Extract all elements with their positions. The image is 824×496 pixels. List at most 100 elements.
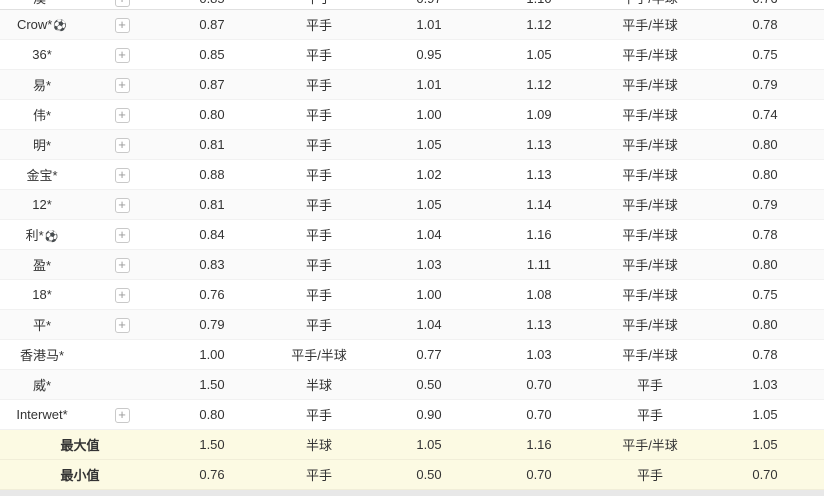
handicap-cell: 平手 — [264, 400, 374, 430]
odds-value: 1.05 — [752, 407, 777, 422]
odds-value: 1.11 — [527, 257, 551, 272]
handicap-cell: 平手 — [264, 130, 374, 160]
odds-value: 1.00 — [199, 347, 224, 362]
odds-cell: 1.04 — [374, 310, 484, 340]
expand-button[interactable]: + — [115, 138, 130, 153]
odds-value: 0.80 — [752, 167, 777, 182]
expand-button[interactable]: + — [115, 108, 130, 123]
bookmaker-cell: 平* — [0, 310, 84, 340]
expand-cell: + — [84, 0, 160, 10]
handicap-value: 平手/半球 — [622, 288, 678, 303]
expand-button[interactable]: + — [115, 288, 130, 303]
handicap-cell: 平手 — [264, 0, 374, 10]
handicap-value: 平手 — [306, 108, 332, 123]
handicap-value: 平手/半球 — [622, 258, 678, 273]
handicap-value: 平手 — [306, 48, 332, 63]
odds-cell: 0.80 — [160, 400, 264, 430]
odds-value: 0.84 — [199, 227, 224, 242]
handicap-value: 平手 — [306, 138, 332, 153]
odds-value: 0.70 — [752, 467, 777, 482]
handicap-cell: 平手 — [264, 100, 374, 130]
expand-button[interactable]: + — [115, 228, 130, 243]
bookmaker-cell: 伟* — [0, 100, 84, 130]
odds-value: 1.04 — [416, 227, 441, 242]
odds-value: 0.78 — [752, 227, 777, 242]
odds-cell: 0.87 — [160, 10, 264, 40]
handicap-cell: 平手 — [594, 460, 706, 490]
odds-cell: 0.83 — [160, 250, 264, 280]
odds-cell: 0.85 — [160, 40, 264, 70]
expand-cell: + — [84, 400, 160, 430]
table-row: 澳*+0.85平手0.971.10平手/半球0.76 — [0, 0, 824, 10]
odds-cell: 0.75 — [706, 40, 824, 70]
odds-value: 0.79 — [752, 77, 777, 92]
bookmaker-name: 12* — [32, 197, 52, 212]
bookmaker-cell: 利*⚽ — [0, 220, 84, 250]
bookmaker-name: 最小值 — [60, 468, 99, 483]
table-row: Interwet*+0.80平手0.900.70平手1.05 — [0, 400, 824, 430]
odds-value: 1.00 — [416, 107, 441, 122]
expand-cell: + — [84, 40, 160, 70]
expand-button[interactable]: + — [115, 0, 130, 7]
bookmaker-name: 澳* — [33, 0, 51, 6]
odds-cell: 1.11 — [484, 250, 594, 280]
odds-value: 0.70 — [526, 377, 551, 392]
odds-value: 0.97 — [416, 0, 441, 6]
handicap-cell: 平手 — [264, 160, 374, 190]
expand-button[interactable]: + — [115, 408, 130, 423]
odds-cell: 1.13 — [484, 160, 594, 190]
odds-value: 1.10 — [526, 0, 551, 6]
odds-comparison-table: 澳*+0.85平手0.971.10平手/半球0.76Crow*⚽+0.87平手1… — [0, 0, 824, 490]
bookmaker-cell: Interwet* — [0, 400, 84, 430]
odds-cell: 0.76 — [160, 280, 264, 310]
handicap-cell: 平手 — [264, 280, 374, 310]
odds-cell: 0.81 — [160, 190, 264, 220]
odds-cell: 1.01 — [374, 70, 484, 100]
expand-button[interactable]: + — [115, 18, 130, 33]
odds-cell: 0.50 — [374, 370, 484, 400]
handicap-value: 平手/半球 — [622, 318, 678, 333]
expand-button[interactable]: + — [115, 318, 130, 333]
odds-cell: 1.04 — [374, 220, 484, 250]
odds-value: 0.88 — [199, 167, 224, 182]
handicap-value: 平手 — [306, 18, 332, 33]
odds-value: 1.13 — [526, 167, 551, 182]
bookmaker-name: 平* — [33, 318, 51, 333]
bookmaker-name: 18* — [32, 287, 52, 302]
handicap-value: 平手 — [306, 288, 332, 303]
odds-value: 1.50 — [199, 437, 224, 452]
handicap-cell: 平手/半球 — [594, 430, 706, 460]
odds-value: 0.85 — [199, 0, 224, 6]
table-row: 利*⚽+0.84平手1.041.16平手/半球0.78 — [0, 220, 824, 250]
odds-cell: 1.10 — [484, 0, 594, 10]
odds-value: 0.80 — [199, 407, 224, 422]
expand-button[interactable]: + — [115, 198, 130, 213]
odds-value: 1.08 — [526, 287, 551, 302]
handicap-cell: 平手 — [264, 220, 374, 250]
odds-cell: 1.01 — [374, 10, 484, 40]
odds-cell: 1.05 — [484, 40, 594, 70]
odds-value: 1.16 — [526, 227, 551, 242]
odds-cell: 1.02 — [374, 160, 484, 190]
expand-button[interactable]: + — [115, 258, 130, 273]
expand-button[interactable]: + — [115, 168, 130, 183]
handicap-value: 平手 — [637, 378, 663, 393]
odds-value: 1.04 — [416, 317, 441, 332]
odds-cell: 1.00 — [374, 280, 484, 310]
table-row: 12*+0.81平手1.051.14平手/半球0.79 — [0, 190, 824, 220]
table-row: 香港马*1.00平手/半球0.771.03平手/半球0.78 — [0, 340, 824, 370]
expand-button[interactable]: + — [115, 78, 130, 93]
odds-cell: 0.50 — [374, 460, 484, 490]
odds-cell: 0.74 — [706, 100, 824, 130]
odds-cell: 0.75 — [706, 280, 824, 310]
handicap-value: 平手 — [637, 408, 663, 423]
odds-value: 1.12 — [526, 77, 551, 92]
handicap-cell: 平手 — [594, 370, 706, 400]
odds-value: 0.83 — [199, 257, 224, 272]
expand-button[interactable]: + — [115, 48, 130, 63]
odds-value: 0.79 — [199, 317, 224, 332]
handicap-cell: 平手 — [264, 10, 374, 40]
odds-cell: 1.08 — [484, 280, 594, 310]
handicap-cell: 平手/半球 — [594, 190, 706, 220]
horizontal-scrollbar[interactable] — [0, 490, 824, 496]
